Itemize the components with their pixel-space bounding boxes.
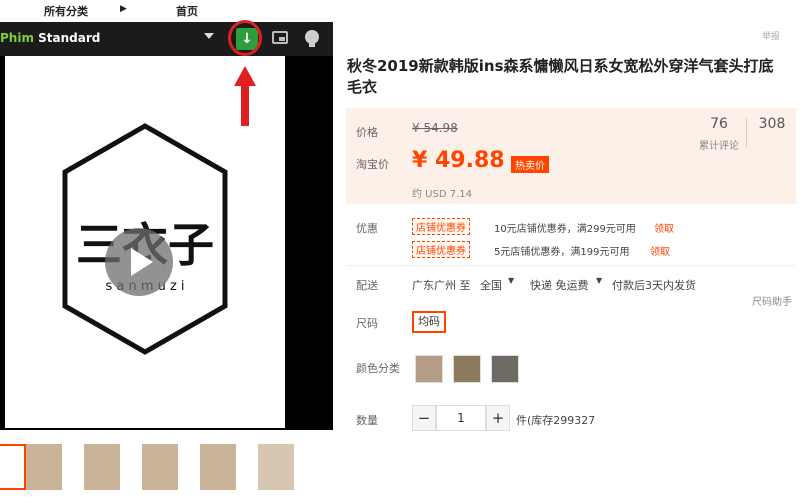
- section-divider: [346, 265, 796, 266]
- reviews-label: 累计评论: [699, 141, 739, 152]
- sales-count: 308: [758, 116, 786, 132]
- reviews-count[interactable]: 76: [696, 116, 742, 132]
- thumbnail[interactable]: [200, 444, 236, 490]
- coupon-label: 优惠: [356, 222, 378, 235]
- thumbnail[interactable]: [26, 444, 62, 490]
- shipping-type: 快递 免运费: [530, 279, 589, 292]
- stats-divider: [746, 118, 747, 148]
- bulb-icon[interactable]: [305, 30, 319, 47]
- play-icon[interactable]: [105, 228, 173, 296]
- top-nav: 所有分类 ▶ 首页: [0, 0, 800, 22]
- coupon-tag: 店铺优惠券: [412, 241, 470, 258]
- size-label: 尺码: [356, 317, 378, 330]
- quantity-decrease-button[interactable]: −: [412, 405, 436, 431]
- original-price: ¥ 54.98: [412, 121, 458, 135]
- nav-arrow-icon: ▶: [120, 4, 127, 14]
- coupon-tag: 店铺优惠券: [412, 218, 470, 235]
- annotation-circle: [228, 20, 262, 56]
- shipping-time: 付款后3天内发货: [612, 279, 696, 292]
- promo-badge: 热卖价: [511, 156, 549, 173]
- thumbnail-selected[interactable]: [0, 444, 26, 490]
- video-player[interactable]: Phim Standard ↓ 三衣子 s a n m u z i: [0, 20, 333, 430]
- quantity-input[interactable]: 1: [436, 405, 486, 431]
- usd-price: 约 USD 7.14: [412, 189, 472, 200]
- size-option-button[interactable]: 均码: [412, 311, 446, 333]
- report-link[interactable]: 举报: [762, 29, 780, 42]
- current-price: ¥ 49.88: [412, 148, 505, 173]
- color-label: 颜色分类: [356, 362, 400, 375]
- color-swatch[interactable]: [453, 355, 481, 383]
- shipping-destination[interactable]: 全国: [480, 277, 502, 293]
- color-swatch[interactable]: [415, 355, 443, 383]
- thumbnail-strip: [0, 438, 333, 500]
- shipping-label: 配送: [356, 279, 378, 292]
- size-assistant-link[interactable]: 尺码助手: [752, 293, 792, 308]
- player-toolbar: Phim Standard ↓: [0, 20, 333, 56]
- coupon-claim-link[interactable]: 领取: [650, 243, 670, 258]
- thumbnail[interactable]: [258, 444, 294, 490]
- chevron-down-icon[interactable]: ▼: [508, 276, 514, 285]
- quantity-increase-button[interactable]: +: [486, 405, 510, 431]
- quantity-label: 数量: [356, 414, 378, 427]
- chevron-down-icon[interactable]: ▼: [596, 276, 602, 285]
- home-link[interactable]: 首页: [176, 3, 198, 19]
- quality-dropdown-icon[interactable]: [204, 33, 214, 39]
- coupon-text: 5元店铺优惠券，满199元可用: [494, 247, 630, 258]
- coupon-claim-link[interactable]: 领取: [654, 220, 674, 235]
- taobao-price-label: 淘宝价: [356, 158, 389, 171]
- player-title: Phim Standard: [0, 31, 101, 45]
- pip-icon[interactable]: [272, 31, 288, 44]
- coupon-text: 10元店铺优惠券，满299元可用: [494, 224, 636, 235]
- annotation-arrow: [234, 66, 256, 126]
- price-label: 价格: [356, 126, 378, 139]
- shipping-from: 广东广州 至: [412, 279, 471, 292]
- stock-text: 件(库存299327: [516, 414, 596, 427]
- product-title: 秋冬2019新款韩版ins森系慵懒风日系女宽松外穿洋气套头打底毛衣: [347, 57, 774, 96]
- color-swatch[interactable]: [491, 355, 519, 383]
- thumbnail[interactable]: [142, 444, 178, 490]
- thumbnail[interactable]: [84, 444, 120, 490]
- all-categories-link[interactable]: 所有分类: [44, 3, 88, 19]
